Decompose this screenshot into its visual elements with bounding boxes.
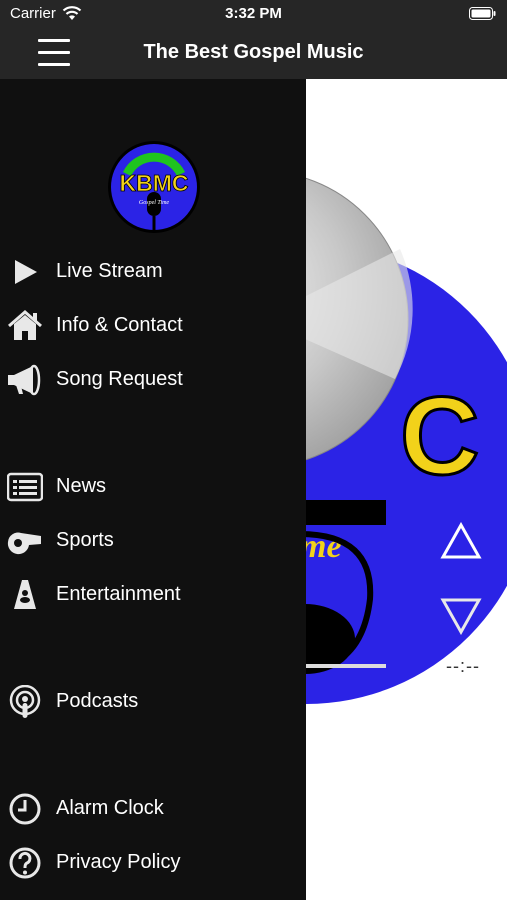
logo-text: KBMC [120,170,189,196]
menu-item-label: Song Request [56,368,183,390]
menu-item-label: News [56,475,107,497]
battery-icon [469,7,496,20]
nav-bar: The Best Gospel Music [0,28,507,79]
home-icon [8,310,42,340]
play-icon [15,260,37,284]
svg-text:C: C [400,375,479,498]
menu-item-info-contact[interactable]: Info & Contact [0,303,306,349]
menu-item-news[interactable]: News [0,464,306,510]
news-icon [7,472,43,502]
spotlight-icon [14,580,36,609]
menu-item-label: Sports [56,529,114,551]
volume-down-icon[interactable] [440,597,482,635]
menu-item-label: Entertainment [56,583,181,605]
menu-item-live-stream[interactable]: Live Stream [0,249,306,295]
whistle-icon [7,532,41,555]
menu-item-label: Live Stream [56,260,163,282]
status-bar: Carrier 3:32 PM [0,0,507,28]
logo-tagline: Gospel Time [139,200,170,206]
help-icon [9,847,41,879]
station-logo: KBMC Gospel Time [108,141,200,233]
menu-item-song-request[interactable]: Song Request [0,357,306,403]
side-drawer: KBMC Gospel Time Live Stream Info & Cont… [0,79,306,900]
menu-item-label: Podcasts [56,690,139,712]
menu-item-podcasts[interactable]: Podcasts [0,679,306,725]
megaphone-icon [8,364,41,396]
menu-item-privacy-policy[interactable]: Privacy Policy [0,840,306,886]
volume-up-icon[interactable] [440,522,482,560]
menu-item-alarm-clock[interactable]: Alarm Clock [0,786,306,832]
status-time: 3:32 PM [225,5,282,22]
menu-item-label: Privacy Policy [56,851,181,873]
menu-item-entertainment[interactable]: Entertainment [0,572,306,618]
page-title: The Best Gospel Music [143,41,364,63]
menu-item-sports[interactable]: Sports [0,518,306,564]
playback-time: --:-- [446,656,480,676]
menu-item-label: Alarm Clock [56,797,164,819]
podcast-icon [9,685,41,718]
clock-icon [9,793,41,825]
menu-item-label: Info & Contact [56,314,183,336]
